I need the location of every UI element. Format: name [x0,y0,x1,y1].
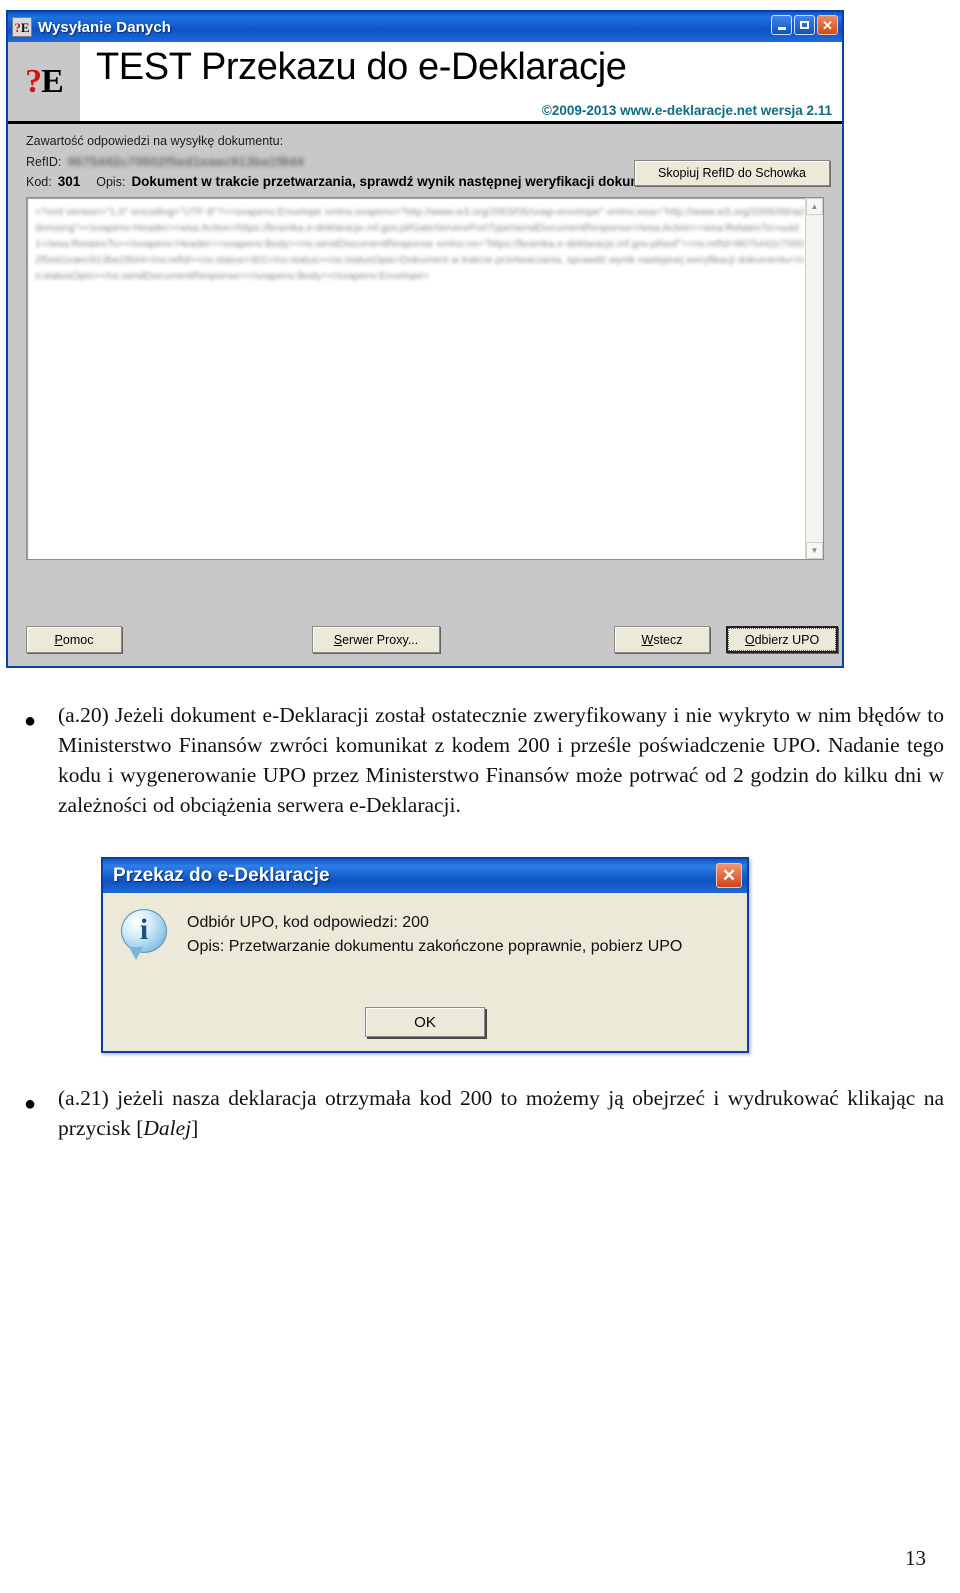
window-button-row: Pomoc Serwer Proxy... Wstecz Odbierz UPO [26,626,838,656]
opis-label: Opis: [96,175,126,189]
proxy-label-rest: erwer Proxy... [342,632,419,647]
dialog-title: Przekaz do e-Deklaracje [113,865,330,886]
przekaz-dialog: Przekaz do e-Deklaracje ✕ i Odbiór UPO, … [101,857,749,1053]
app-client-area: Zawartość odpowiedzi na wysyłkę dokument… [8,124,842,666]
xml-response-text: <?xml version="1.0" encoding="UTF-8"?><s… [35,206,805,282]
scroll-down-icon[interactable]: ▼ [806,542,823,559]
app-logo-icon: ? E [12,17,32,37]
maximize-icon [800,21,809,29]
app-copyright-line: ©2009-2013 www.e-deklaracje.net wersja 2… [541,103,832,118]
paragraph-a21: (a.21) jeżeli nasza deklaracja otrzymała… [58,1083,944,1143]
window-title: Wysyłanie Danych [38,18,172,36]
wysylanie-danych-window: ? E Wysyłanie Danych ✕ ?E TEST Przekazu d… [6,10,844,668]
window-controls: ✕ [771,15,838,35]
paragraph-a21-button-name: Dalej [143,1116,192,1140]
dialog-body: i Odbiór UPO, kod odpowiedzi: 200 Opis: … [103,893,747,960]
receive-upo-button[interactable]: Odbierz UPO [726,626,838,653]
dialog-close-button[interactable]: ✕ [716,863,742,888]
close-button[interactable]: ✕ [817,15,838,35]
back-button[interactable]: Wstecz [614,626,710,653]
logo-letter-e: E [20,19,30,35]
dialog-message-line-1: Odbiór UPO, kod odpowiedzi: 200 [187,914,429,931]
info-icon-glyph: i [139,913,149,946]
bullet-marker: ● [24,710,37,732]
header-text-block: TEST Przekazu do e-Deklaracje ©2009-2013… [80,42,842,121]
back-label-rest: stecz [653,632,683,647]
page-number: 13 [905,1546,926,1570]
kod-value: 301 [57,174,81,189]
proxy-mnemonic: S [333,632,343,647]
minimize-button[interactable] [771,15,792,35]
upo-mnemonic: O [744,632,755,647]
info-icon: i [121,909,171,960]
minimize-icon [777,27,786,30]
dialog-message-line-2: Opis: Przetwarzanie dokumentu zakończone… [187,938,683,955]
info-icon-bubble: i [121,909,167,953]
brand-logo-box: ?E [8,42,80,121]
help-mnemonic: P [54,632,63,647]
maximize-button[interactable] [794,15,815,35]
edeklaracje-logo-icon: ?E [25,62,64,100]
brand-question-mark: ? [25,62,42,100]
bullet-marker: ● [24,1093,37,1115]
help-button[interactable]: Pomoc [26,626,122,653]
xml-vertical-scrollbar[interactable]: ▲ ▼ [805,198,823,559]
paragraph-a21-post: ] [191,1116,199,1140]
info-icon-tail [129,947,143,960]
back-mnemonic: W [641,632,654,647]
paragraph-a20: (a.20) Jeżeli dokument e-Deklaracji zost… [58,703,944,817]
copy-refid-button[interactable]: Skopiuj RefID do Schowka [634,160,830,186]
dialog-footer: OK [103,1007,747,1037]
upo-label-rest: dbierz UPO [754,632,820,647]
app-header-banner: ?E TEST Przekazu do e-Deklaracje ©2009-2… [8,42,842,124]
proxy-server-button[interactable]: Serwer Proxy... [312,626,440,653]
opis-value: Dokument w trakcie przetwarzania, sprawd… [131,174,671,189]
refid-label: RefID: [26,154,62,169]
dialog-ok-button[interactable]: OK [365,1007,485,1037]
scroll-up-icon[interactable]: ▲ [806,198,823,215]
help-label-rest: omoc [62,632,94,647]
app-header-title: TEST Przekazu do e-Deklaracje [96,46,627,88]
kod-label: Kod: [26,175,52,189]
dialog-titlebar[interactable]: Przekaz do e-Deklaracje ✕ [103,859,747,893]
refid-value: 9675442c70602f5ed1eaec913ba1f844 [67,154,305,169]
xml-response-textarea[interactable]: <?xml version="1.0" encoding="UTF-8"?><s… [26,197,824,560]
brand-letter-e: E [41,62,64,100]
dialog-message: Odbiór UPO, kod odpowiedzi: 200 Opis: Pr… [187,909,731,959]
response-content-label: Zawartość odpowiedzi na wysyłkę dokument… [26,134,284,148]
window-titlebar[interactable]: ? E Wysyłanie Danych ✕ [8,12,842,42]
